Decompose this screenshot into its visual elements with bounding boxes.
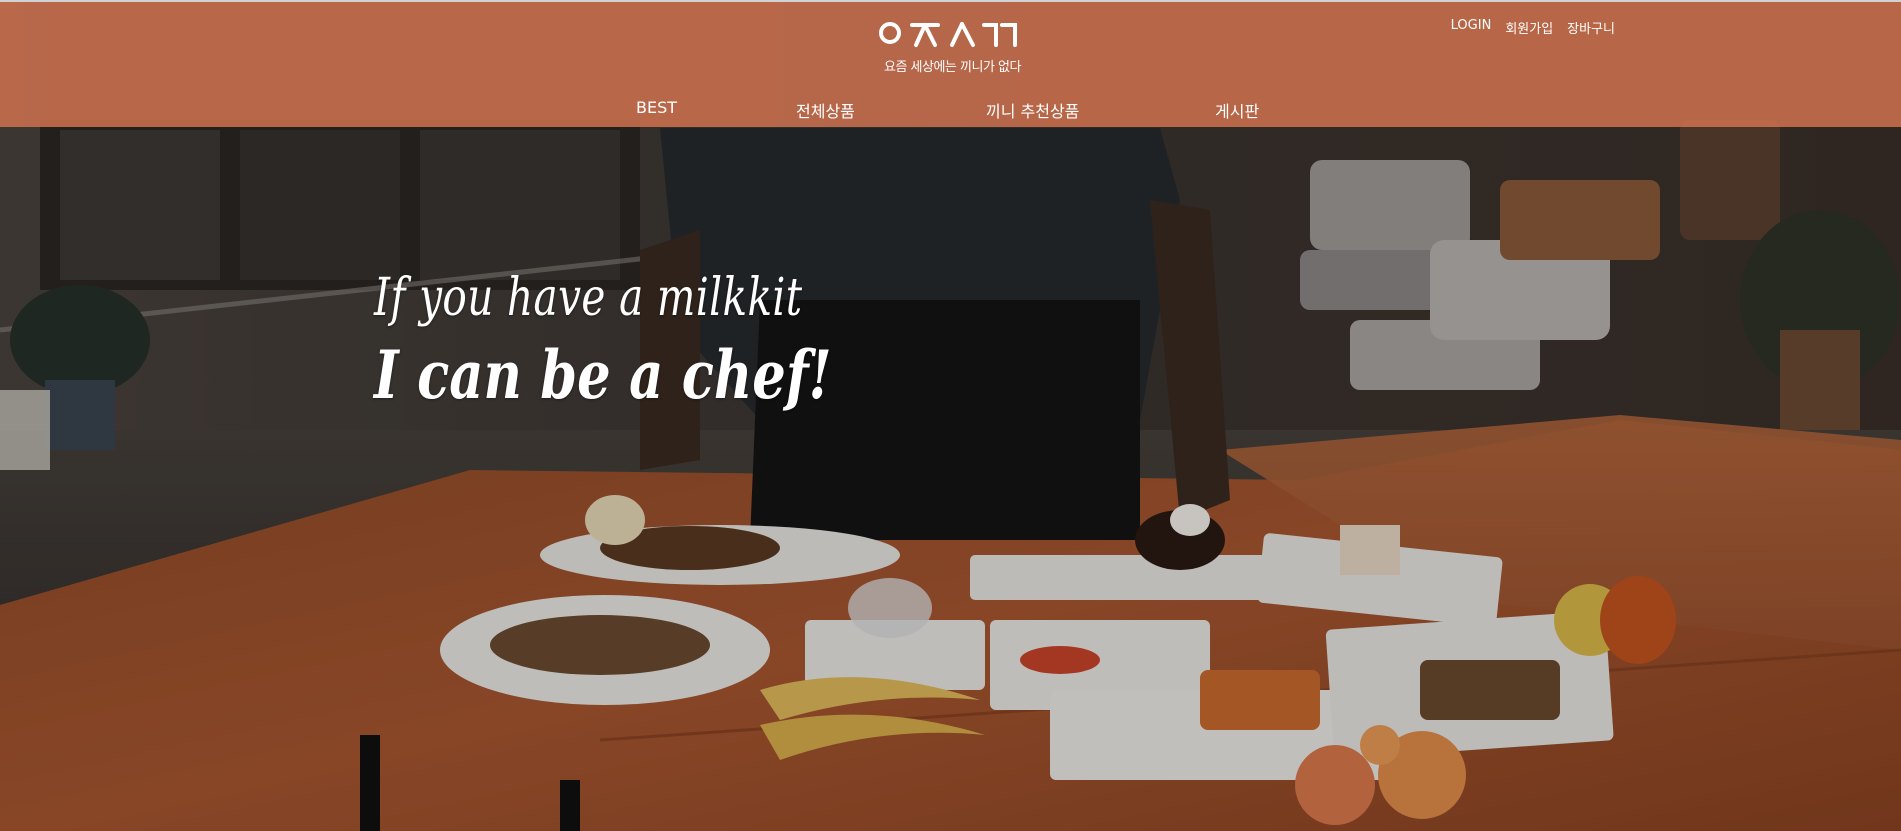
logo-mark-icon [879, 22, 1017, 47]
main-nav: BEST 전체상품 끼니 추천상품 게시판 [0, 98, 1901, 122]
site-header: 요즘 세상에는 끼니가 없다 LOGIN 회원가입 장바구니 BEST 전체상품… [0, 0, 1901, 127]
login-link[interactable]: LOGIN [1451, 18, 1492, 37]
hero-headline-line2: I can be a chef! [374, 336, 832, 414]
hero-headline: If you have a milkkit I can be a chef! [374, 268, 946, 414]
signup-link[interactable]: 회원가입 [1505, 18, 1553, 37]
nav-item-board[interactable]: 게시판 [1215, 98, 1259, 122]
nav-item-best[interactable]: BEST [636, 98, 677, 117]
utility-nav: LOGIN 회원가입 장바구니 [1451, 18, 1615, 37]
nav-item-recommended[interactable]: 끼니 추천상품 [986, 98, 1079, 122]
logo-tagline: 요즘 세상에는 끼니가 없다 [884, 60, 1021, 75]
site-logo[interactable]: 요즘 세상에는 끼니가 없다 [878, 18, 1024, 76]
hero-headline-line1: If you have a milkkit [374, 268, 803, 328]
nav-item-all-products[interactable]: 전체상품 [796, 98, 855, 122]
cart-link[interactable]: 장바구니 [1567, 18, 1615, 37]
